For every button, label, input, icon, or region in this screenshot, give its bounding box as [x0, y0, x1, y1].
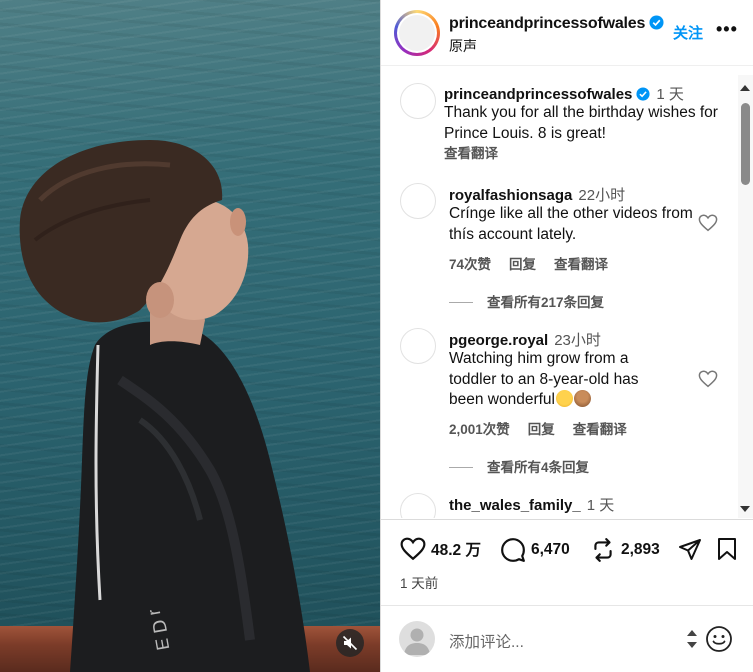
- scroll-down-arrow-icon[interactable]: [740, 506, 750, 512]
- sort-arrows-icon[interactable]: [686, 628, 698, 650]
- repost-count: 2,893: [621, 541, 660, 558]
- comment-avatar[interactable]: [400, 493, 436, 518]
- author-username[interactable]: princeandprincessofwales: [449, 15, 664, 33]
- bookmark-icon: [718, 538, 736, 560]
- follow-button[interactable]: 关注: [673, 22, 703, 43]
- comment-composer: 添加评论...: [381, 605, 753, 672]
- share-button[interactable]: [678, 537, 702, 561]
- cake-emoji-icon: [574, 390, 591, 407]
- like-comment-heart-icon[interactable]: [698, 214, 718, 232]
- verified-badge-icon: [636, 87, 650, 101]
- comment-avatar[interactable]: [400, 183, 436, 219]
- post-header: princeandprincessofwales 原声 关注 •••: [381, 0, 753, 66]
- save-button[interactable]: [716, 537, 738, 561]
- comment-meta: 74次赞 回复 查看翻译: [449, 253, 626, 273]
- current-user-avatar: [399, 621, 435, 657]
- heart-icon: [400, 537, 426, 561]
- caption-text: Thank you for all the birthday wishes fo…: [444, 104, 718, 142]
- view-replies-link[interactable]: 查看所有4条回复: [449, 456, 589, 476]
- author-avatar[interactable]: [394, 10, 440, 56]
- send-icon: [679, 539, 701, 560]
- video-player[interactable]: ɹ ᗡ Ǝ: [0, 0, 380, 672]
- reply-link[interactable]: 回复: [528, 422, 555, 437]
- comment-username[interactable]: royalfashionsaga 22小时: [449, 184, 625, 205]
- comment-time: 22小时: [578, 187, 626, 204]
- default-user-icon: [404, 628, 430, 655]
- caption-translate: 查看翻译: [444, 142, 516, 162]
- verified-badge-icon: [649, 15, 664, 30]
- more-options-button[interactable]: •••: [716, 19, 738, 40]
- boy-figure-image: ɹ ᗡ Ǝ: [19, 140, 310, 672]
- like-button[interactable]: 48.2 万: [400, 537, 481, 561]
- comment-text: Watching him grow from a toddler to an 8…: [449, 350, 639, 408]
- repost-button[interactable]: 2,893: [590, 537, 660, 563]
- view-replies-link[interactable]: 查看所有217条回复: [449, 291, 604, 311]
- comment-username[interactable]: the_wales_family_ 1 天: [449, 494, 614, 515]
- smiling-face-emoji-icon: [556, 390, 573, 407]
- comment-meta: 2,001次赞 回复 查看翻译: [449, 418, 645, 438]
- comment-button[interactable]: 6,470: [500, 537, 570, 563]
- scroll-up-arrow-icon[interactable]: [740, 85, 750, 91]
- scrollbar-thumb[interactable]: [741, 103, 750, 185]
- comment-avatar[interactable]: [400, 328, 436, 364]
- emoji-picker-icon[interactable]: [705, 625, 733, 653]
- translate-link[interactable]: 查看翻译: [554, 257, 608, 272]
- caption-username[interactable]: princeandprincessofwales 1 天: [444, 83, 684, 104]
- comments-list: princeandprincessofwales 1 天 Thank you fo…: [381, 67, 753, 518]
- like-comment-heart-icon[interactable]: [698, 370, 718, 388]
- comment-text: Crínge like all the other videos from th…: [449, 205, 693, 243]
- repost-icon: [594, 538, 612, 562]
- comment-count: 6,470: [531, 541, 570, 558]
- comment-time: 1 天: [586, 497, 615, 514]
- caption-time: 1 天: [656, 86, 684, 103]
- caption-avatar[interactable]: [400, 83, 436, 119]
- comment-username[interactable]: pgeorge.royal 23小时: [449, 329, 601, 350]
- translate-link[interactable]: 查看翻译: [444, 146, 498, 161]
- like-count: 48.2 万: [431, 542, 481, 559]
- post-sidebar: princeandprincessofwales 原声 关注 ••• princ…: [380, 0, 753, 672]
- reply-link[interactable]: 回复: [509, 257, 536, 272]
- comment-likes[interactable]: 2,001次赞: [449, 422, 510, 437]
- mute-button[interactable]: [336, 629, 364, 657]
- muted-speaker-icon: [342, 635, 358, 651]
- comment-input[interactable]: 添加评论...: [449, 630, 524, 652]
- audio-label[interactable]: 原声: [449, 36, 477, 56]
- post-timestamp: 1 天前: [400, 576, 439, 591]
- translate-link[interactable]: 查看翻译: [573, 422, 627, 437]
- comment-time: 23小时: [554, 332, 601, 349]
- comment-bubble-icon: [501, 538, 525, 562]
- comment-likes[interactable]: 74次赞: [449, 257, 491, 272]
- scrollbar[interactable]: [738, 75, 753, 518]
- post-actions: 48.2 万 6,470 2,893 1 天前: [381, 519, 753, 599]
